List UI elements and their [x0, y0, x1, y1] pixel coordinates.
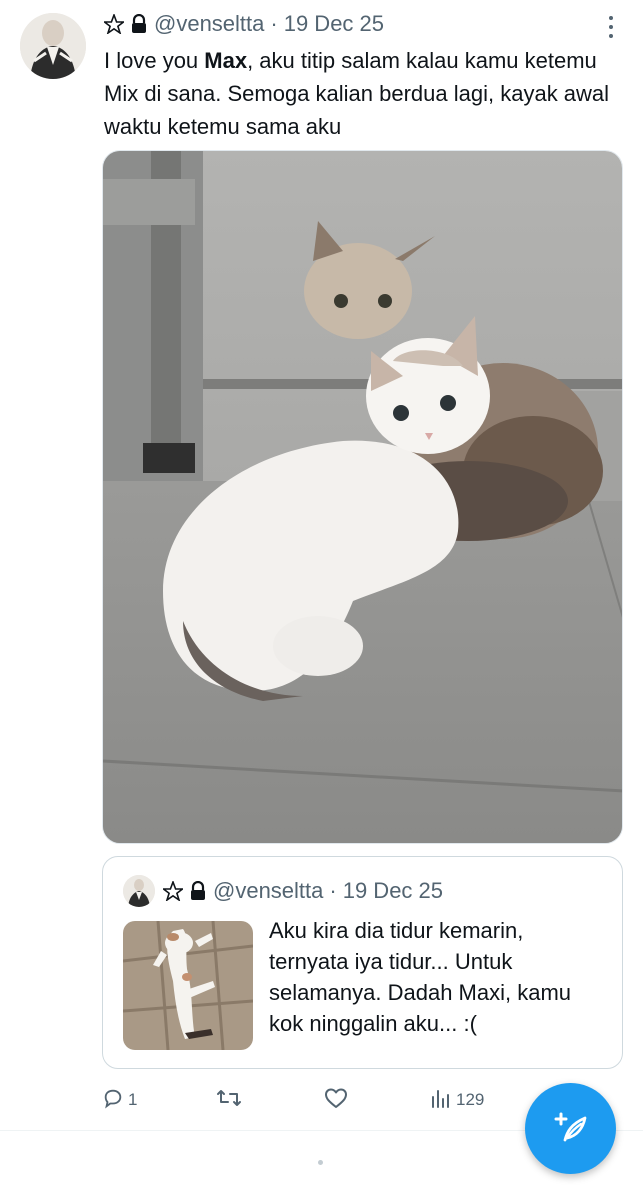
compose-feather-icon	[551, 1106, 591, 1151]
tweet-date[interactable]: 19 Dec 25	[284, 11, 384, 37]
compose-button[interactable]	[525, 1083, 616, 1174]
views-count: 129	[456, 1090, 485, 1109]
lock-icon	[189, 881, 207, 901]
quoted-separator: ·	[329, 878, 337, 903]
tweet-text-before: I love you	[104, 48, 205, 73]
reply-icon	[102, 1087, 124, 1114]
tweet-header: @venseltta · 19 Dec 25	[104, 10, 384, 38]
retweet-button[interactable]	[216, 1084, 246, 1116]
tweet-text: I love you Max, aku titip salam kalau ka…	[104, 44, 614, 143]
heart-icon	[324, 1087, 348, 1114]
quoted-text: Aku kira dia tidur kemarin, ternyata iya…	[269, 918, 572, 1036]
quoted-media-thumbnail[interactable]	[123, 921, 253, 1050]
tweet-text-bold: Max	[204, 48, 248, 73]
views-button[interactable]: 129	[430, 1084, 484, 1116]
quoted-header: @venseltta · 19 Dec 25	[163, 877, 443, 905]
more-vertical-icon[interactable]	[601, 16, 621, 38]
quoted-avatar	[123, 875, 155, 907]
tweet[interactable]: @venseltta · 19 Dec 25 I love you Max, a…	[0, 0, 643, 1130]
like-button[interactable]	[324, 1084, 352, 1116]
lock-icon	[130, 14, 148, 34]
quoted-tweet[interactable]: @venseltta · 19 Dec 25 Aku kira dia tidu…	[102, 856, 623, 1069]
quoted-handle: @venseltta	[213, 878, 324, 903]
reply-count: 1	[128, 1090, 138, 1109]
avatar[interactable]	[20, 13, 86, 79]
pager-dot	[318, 1160, 323, 1165]
pentagram-icon	[163, 881, 183, 901]
pentagram-icon	[104, 14, 124, 34]
action-bar: 1 129	[102, 1084, 532, 1116]
views-bar-icon	[430, 1087, 452, 1114]
header-separator: ·	[270, 11, 278, 36]
quoted-date: 19 Dec 25	[342, 878, 444, 903]
tweet-media-image[interactable]	[102, 150, 623, 844]
retweet-icon	[216, 1087, 242, 1114]
reply-button[interactable]: 1	[102, 1084, 137, 1116]
author-handle[interactable]: @venseltta	[154, 11, 264, 37]
